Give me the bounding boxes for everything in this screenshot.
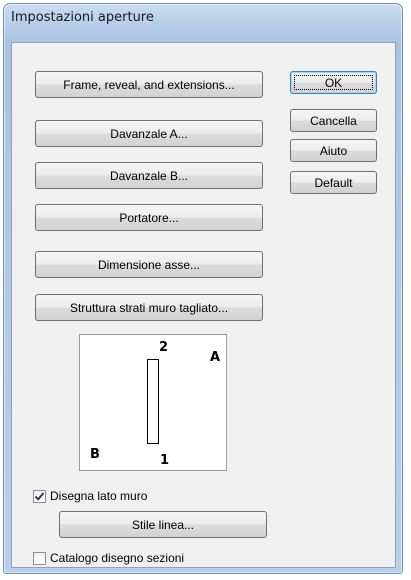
side-a-label: A — [210, 350, 221, 365]
frame-reveal-extensions-button[interactable]: Frame, reveal, and extensions... — [35, 71, 263, 98]
draw-wall-side-checkbox-row[interactable]: Disegna lato muro — [33, 489, 154, 503]
draw-wall-side-checkbox[interactable] — [33, 489, 46, 503]
struttura-strati-button[interactable]: Struttura strati muro tagliato... — [35, 294, 263, 321]
cancel-button[interactable]: Cancella — [290, 109, 377, 132]
portatore-button[interactable]: Portatore... — [35, 204, 263, 231]
wall-section-rectangle — [147, 359, 159, 444]
davanzale-a-button[interactable]: Davanzale A... — [35, 120, 263, 147]
line-style-button[interactable]: Stile linea... — [59, 511, 267, 538]
section-catalog-checkbox-row[interactable]: Catalogo disegno sezioni — [33, 551, 184, 565]
side-1-label: 1 — [160, 453, 170, 468]
default-button[interactable]: Default — [290, 171, 377, 194]
section-catalog-label: Catalogo disegno sezioni — [50, 551, 185, 565]
dimensione-asse-button[interactable]: Dimensione asse... — [35, 251, 263, 278]
davanzale-b-button[interactable]: Davanzale B... — [35, 162, 263, 189]
checkmark-icon — [34, 491, 45, 501]
draw-wall-side-label: Disegna lato muro — [50, 489, 148, 503]
section-catalog-checkbox[interactable] — [33, 551, 46, 565]
ok-button[interactable]: OK — [290, 71, 377, 94]
ok-button-label: OK — [324, 75, 343, 90]
side-b-label: B — [90, 447, 100, 462]
dialog-window: Impostazioni aperture Frame, reveal, and… — [3, 3, 403, 574]
side-2-label: 2 — [159, 340, 169, 355]
wall-side-diagram[interactable]: 2 A B 1 — [79, 334, 227, 471]
help-button[interactable]: Aiuto — [290, 139, 377, 162]
window-title: Impostazioni aperture — [11, 10, 154, 25]
dialog-client-area: Frame, reveal, and extensions... Davanza… — [11, 42, 396, 568]
